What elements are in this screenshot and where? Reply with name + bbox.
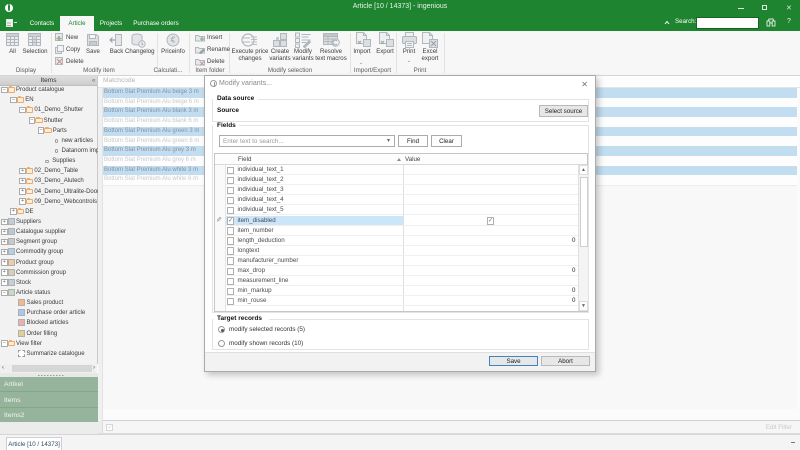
svg-text:€: €	[171, 36, 176, 45]
